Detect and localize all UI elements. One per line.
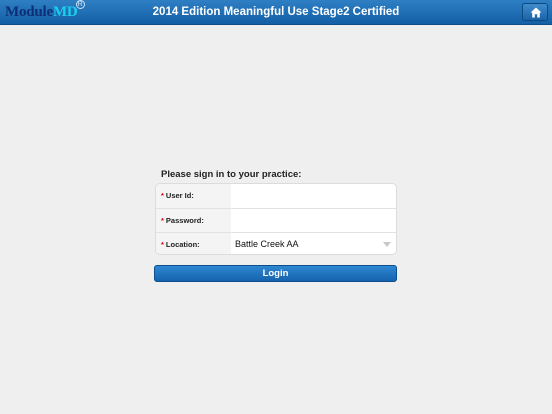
location-label-text: Location: [165, 240, 200, 249]
password-input[interactable] [231, 209, 396, 233]
password-label: * Password: [156, 209, 231, 233]
location-row[interactable]: * Location: Battle Creek AA [156, 232, 396, 254]
user-id-label: * User Id: [156, 184, 231, 208]
user-id-row: * User Id: [156, 184, 396, 208]
required-marker: * [161, 191, 164, 200]
login-button[interactable]: Login [154, 265, 397, 282]
password-row: * Password: [156, 208, 396, 233]
user-id-label-text: User Id: [165, 191, 194, 200]
location-select[interactable]: Battle Creek AA [235, 233, 299, 254]
sign-in-prompt: Please sign in to your practice: [161, 169, 302, 180]
user-id-input[interactable] [231, 184, 396, 208]
chevron-down-icon[interactable] [383, 242, 391, 247]
page-title: 2014 Edition Meaningful Use Stage2 Certi… [152, 6, 400, 18]
home-icon [530, 7, 542, 18]
location-label: * Location: [156, 233, 231, 254]
top-bar: ModuleMD R 2014 Edition Meaningful Use S… [0, 0, 552, 25]
home-button[interactable] [522, 3, 548, 21]
password-label-text: Password: [165, 216, 204, 225]
login-form: * User Id: * Password: * Location: Battle C… [155, 183, 397, 255]
required-marker: * [161, 240, 164, 249]
required-marker: * [161, 216, 164, 225]
